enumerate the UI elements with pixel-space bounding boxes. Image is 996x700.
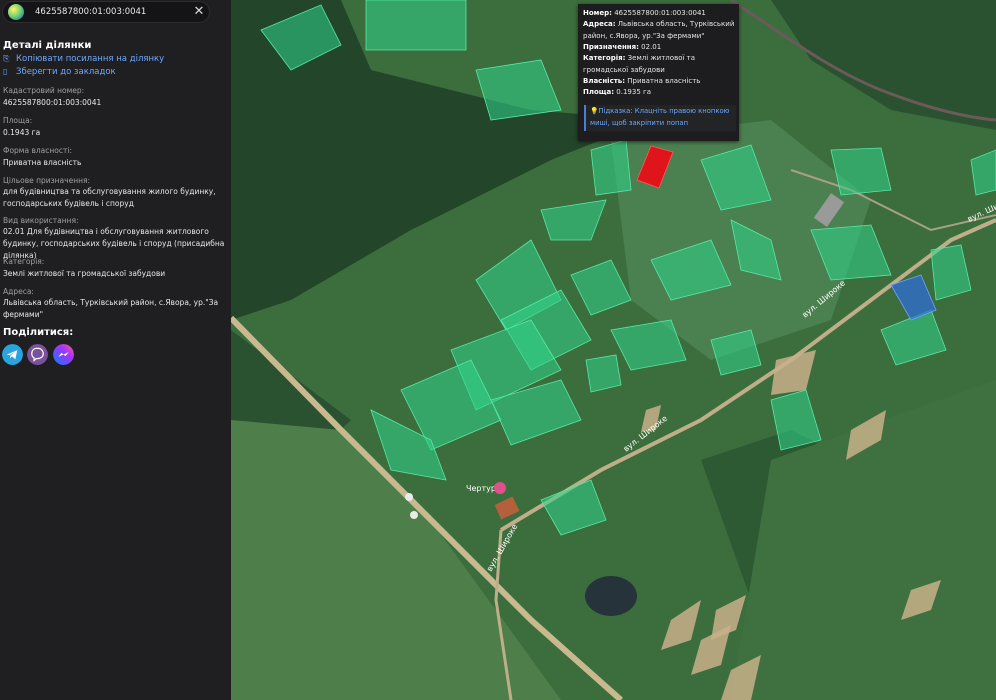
parcel[interactable]: [590, 139, 632, 196]
cadastral-label: Кадастровий номер:: [3, 86, 85, 95]
viber-icon[interactable]: [27, 344, 48, 365]
link-icon: ⎘: [3, 54, 10, 63]
poi-pin-icon[interactable]: [494, 482, 506, 494]
popup-ownership-label: Власність:: [583, 77, 626, 85]
address-value: Львівська область, Турківський район, с.…: [3, 298, 219, 319]
search-bar: ✕: [0, 0, 231, 24]
copy-link-label: Копіювати посилання на ділянку: [16, 54, 165, 64]
popup-ownership: Приватна власність: [627, 77, 701, 85]
poi-label: Чертур: [466, 484, 496, 493]
popup-hint: 💡Підказка: Клацніть правою кнопкою миші,…: [584, 105, 736, 131]
bookmark-button[interactable]: ▯ Зберегти до закладок: [3, 67, 116, 77]
close-icon[interactable]: ✕: [191, 4, 207, 20]
popup-area-label: Площа:: [583, 88, 615, 96]
parcel[interactable]: [830, 147, 892, 196]
usage-label: Вид використання:: [3, 216, 79, 225]
telegram-icon[interactable]: [2, 344, 23, 365]
area-label: Площа:: [3, 116, 33, 125]
bus-stop-icon[interactable]: [410, 511, 418, 519]
search-box: ✕: [2, 1, 210, 23]
share-title: Поділитися:: [3, 327, 74, 338]
address-label: Адреса:: [3, 287, 34, 296]
bus-stop-icon[interactable]: [405, 493, 413, 501]
popup-address-label: Адреса:: [583, 20, 616, 28]
search-input[interactable]: [35, 5, 185, 19]
popup-purpose: 02.01: [641, 43, 662, 51]
cadastral-value: 4625587800:01:003:0041: [3, 98, 102, 107]
purpose-label: Цільове призначення:: [3, 176, 91, 185]
bookmark-icon: ▯: [3, 67, 8, 76]
messenger-icon[interactable]: [53, 344, 74, 365]
popup-category-label: Категорія:: [583, 54, 626, 62]
sidebar: ✕ Деталі ділянки ⎘ Копіювати посилання на…: [0, 0, 231, 700]
bookmark-label: Зберегти до закладок: [16, 67, 116, 77]
hint-label: Підказка:: [598, 107, 633, 115]
parcel[interactable]: [365, 0, 467, 51]
category-label: Категорія:: [3, 257, 45, 266]
parcel-popup: Номер: 4625587800:01:003:0041 Адреса: Ль…: [578, 4, 739, 141]
details-title: Деталі ділянки: [3, 40, 92, 51]
area-value: 0.1943 га: [3, 128, 41, 137]
ownership-value: Приватна власність: [3, 158, 82, 167]
copy-link-button[interactable]: ⎘ Копіювати посилання на ділянку: [3, 54, 164, 64]
ownership-label: Форма власності:: [3, 146, 72, 155]
popup-number: 4625587800:01:003:0041: [614, 9, 706, 17]
parcel[interactable]: [585, 354, 622, 393]
popup-purpose-label: Призначення:: [583, 43, 639, 51]
popup-number-label: Номер:: [583, 9, 612, 17]
popup-area: 0.1935 га: [616, 88, 651, 96]
category-value: Землі житлової та громадської забудови: [3, 269, 166, 278]
pond: [585, 576, 637, 616]
purpose-value: для будівництва та обслуговування жилого…: [3, 187, 216, 208]
logo-icon[interactable]: [8, 4, 24, 20]
